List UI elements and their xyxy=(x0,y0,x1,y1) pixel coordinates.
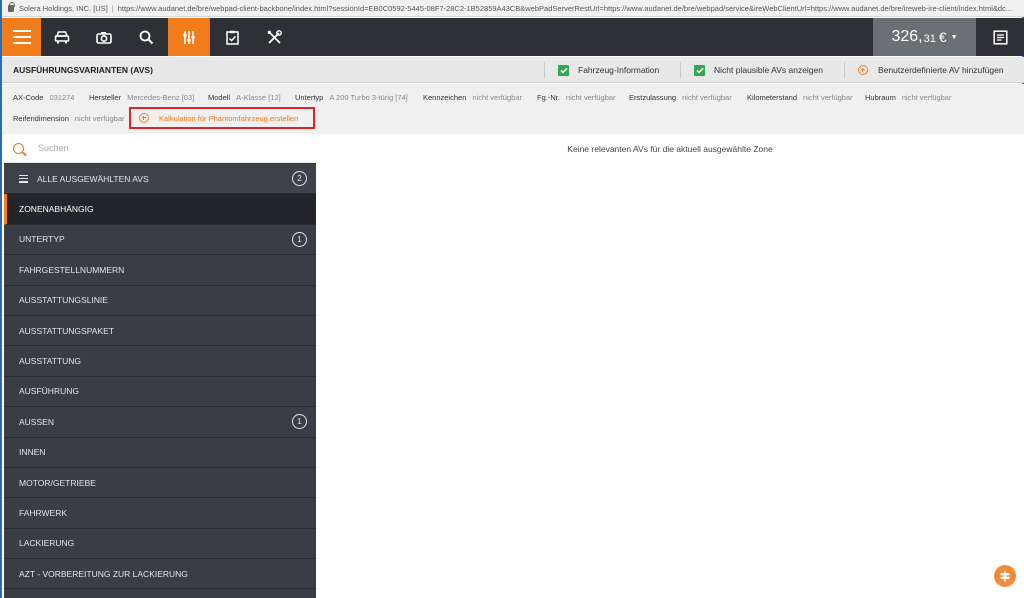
zone-sidebar: ALLE AUSGEWÄHLTEN AVS 2 ZONENABHÄNGIG UN… xyxy=(4,134,316,598)
page-title: AUSFÜHRUNGSVARIANTEN (AVS) xyxy=(13,65,153,75)
sidebar-item-label: AUSSTATTUNGSLINIE xyxy=(19,295,108,306)
count-badge: 1 xyxy=(292,414,307,430)
displacement-field: Hubraum nicht verfügbar xyxy=(865,93,952,102)
sidebar-item-zonenabhaengig[interactable]: ZONENABHÄNGIG xyxy=(4,194,316,225)
lock-icon xyxy=(8,1,15,12)
sidebar-item-ausstattung[interactable]: AUSSTATTUNG xyxy=(4,346,316,377)
car-icon xyxy=(54,31,70,44)
add-custom-av-label: Benutzerdefinierte AV hinzufügen xyxy=(878,65,1004,75)
sidebar-item-innen[interactable]: INNEN xyxy=(4,438,316,468)
registration-field: Erstzulassung nicht verfügbar xyxy=(629,93,732,102)
photos-button[interactable] xyxy=(83,18,125,56)
checklist-button[interactable] xyxy=(211,18,253,56)
sidebar-item-label: UNTERTYP xyxy=(19,234,65,245)
price-currency: € xyxy=(938,29,947,45)
sidebar-item-ausstattungspaket[interactable]: AUSSTATTUNGSPAKET xyxy=(4,316,316,347)
search-icon xyxy=(139,30,153,44)
sidebar-item-fahrgestellnummern[interactable]: FAHRGESTELLNUMMERN xyxy=(4,255,316,286)
tools-icon xyxy=(267,29,282,44)
sidebar-item-label: AZT - VORBEREITUNG ZUR LACKIERUNG xyxy=(19,568,188,579)
sidebar-item-label: MOTOR/GETRIEBE xyxy=(19,477,96,488)
search-nav-button[interactable] xyxy=(125,18,167,56)
help-fab-button[interactable] xyxy=(994,565,1016,587)
report-button[interactable] xyxy=(976,18,1024,56)
browser-url-bar[interactable]: Solera Holdings, INC. [US] | https://www… xyxy=(2,0,1024,17)
app-frame: Solera Holdings, INC. [US] | https://www… xyxy=(0,0,1024,598)
url-separator: | xyxy=(111,3,114,13)
empty-state-message: Keine relevanten AVs für die aktuell aus… xyxy=(567,144,773,154)
sidebar-item-ausstattungslinie[interactable]: AUSSTATTUNGSLINIE xyxy=(4,286,316,316)
mileage-field: Kilometerstand nicht verfügbar xyxy=(747,93,853,102)
sidebar-item-all-selected[interactable]: ALLE AUSGEWÄHLTEN AVS 2 xyxy=(4,164,316,195)
checkbox-checked-icon[interactable] xyxy=(694,64,705,76)
sidebar-item-untertyp[interactable]: UNTERTYP 1 xyxy=(4,225,316,256)
sidebar-item-label: ZONENABHÄNGIG xyxy=(19,204,94,215)
count-badge: 2 xyxy=(292,171,307,186)
site-owner: Solera Holdings, INC. [US] xyxy=(19,3,108,13)
search-icon xyxy=(13,142,24,154)
vehicle-info-toggle[interactable]: Fahrzeug-Information xyxy=(544,62,660,78)
price-decimals: 31 xyxy=(923,33,936,45)
add-circle-icon xyxy=(858,65,868,75)
add-custom-av-button[interactable]: Benutzerdefinierte AV hinzufügen xyxy=(844,62,1004,78)
sidebar-item-aussen[interactable]: AUSSEN 1 xyxy=(4,407,316,438)
sidebar-item-label: FAHRGESTELLNUMMERN xyxy=(19,264,125,275)
sidebar-item-lackierung[interactable]: LACKIERUNG xyxy=(4,529,316,560)
divider xyxy=(844,62,845,78)
divider xyxy=(680,62,681,78)
sidebar-item-ausfuehrung[interactable]: AUSFÜHRUNG xyxy=(4,377,316,408)
sidebar-item-label: AUSSTATTUNG xyxy=(19,356,82,367)
sidebar-item-label: ALLE AUSGEWÄHLTEN AVS xyxy=(37,173,149,184)
menu-icon xyxy=(12,30,31,44)
sidebar-search xyxy=(4,134,316,163)
title-row: AUSFÜHRUNGSVARIANTEN (AVS) Fahrzeug-Info… xyxy=(2,57,1024,83)
sidebar-item-motor-getriebe[interactable]: MOTOR/GETRIEBE xyxy=(4,468,316,499)
sidebar-item-label: INNEN xyxy=(19,447,46,458)
sidebar-item-fahrwerk[interactable]: FAHRWERK xyxy=(4,498,316,529)
variants-button[interactable] xyxy=(168,18,210,56)
sidebar-item-azt-lackierung[interactable]: AZT - VORBEREITUNG ZUR LACKIERUNG xyxy=(4,559,316,590)
tools-button[interactable] xyxy=(253,18,295,56)
phantom-calculation-link[interactable]: Kalkulation für Phantomfahrzeug erstelle… xyxy=(129,107,315,129)
checkbox-checked-icon[interactable] xyxy=(558,64,569,76)
list-icon xyxy=(19,174,28,183)
menu-button[interactable] xyxy=(2,18,41,56)
vin-field: Fg.-Nr. nicht verfügbar xyxy=(537,93,616,102)
camera-icon xyxy=(96,31,112,44)
sidebar-item-label: AUSFÜHRUNG xyxy=(19,386,79,397)
phantom-calculation-label: Kalkulation für Phantomfahrzeug erstelle… xyxy=(159,113,299,123)
plate-field: Kennzeichen nicht verfügbar xyxy=(423,93,522,102)
price-main: 326, xyxy=(891,28,923,45)
url-text: https://www.audanet.de/bre/webpad-client… xyxy=(117,3,1013,13)
count-badge: 1 xyxy=(292,231,307,247)
signpost-icon xyxy=(1000,571,1010,582)
divider xyxy=(544,62,545,78)
add-circle-icon xyxy=(139,113,149,123)
top-navbar: 326, 31 € ▼ xyxy=(2,18,1024,56)
sidebar-item-label: LACKIERUNG xyxy=(19,538,75,549)
implausible-avs-toggle[interactable]: Nicht plausible AVs anzeigen xyxy=(680,62,823,78)
manufacturer-field: Hersteller Mercedes-Benz [03] xyxy=(89,93,195,102)
total-price-dropdown[interactable]: 326, 31 € ▼ xyxy=(873,18,976,56)
subtype-field: Untertyp A 200 Turbo 3-türig [74] xyxy=(295,93,408,102)
sidebar-item-label: AUSSTATTUNGSPAKET xyxy=(19,325,114,336)
zone-list: ALLE AUSGEWÄHLTEN AVS 2 ZONENABHÄNGIG UN… xyxy=(4,164,316,590)
vehicle-info-panel: AX-Code 031274 Hersteller Mercedes-Benz [0… xyxy=(2,84,1024,134)
model-field: Modell A-Klasse [12] xyxy=(208,93,281,102)
ax-code-field: AX-Code 031274 xyxy=(13,93,75,102)
variants-content: Keine relevanten AVs für die aktuell aus… xyxy=(316,134,1024,598)
implausible-avs-label: Nicht plausible AVs anzeigen xyxy=(714,65,823,75)
search-input[interactable] xyxy=(38,143,288,153)
vehicle-info-label: Fahrzeug-Information xyxy=(578,65,660,75)
sliders-icon xyxy=(183,30,195,44)
caret-down-icon: ▼ xyxy=(950,33,958,41)
sidebar-item-label: FAHRWERK xyxy=(19,507,68,518)
report-document-icon xyxy=(992,29,1008,45)
tire-field: Reifendimension nicht verfügbar xyxy=(13,114,125,123)
vehicle-button[interactable] xyxy=(41,18,83,56)
clipboard-check-icon xyxy=(225,30,239,45)
sidebar-item-label: AUSSEN xyxy=(19,416,54,427)
